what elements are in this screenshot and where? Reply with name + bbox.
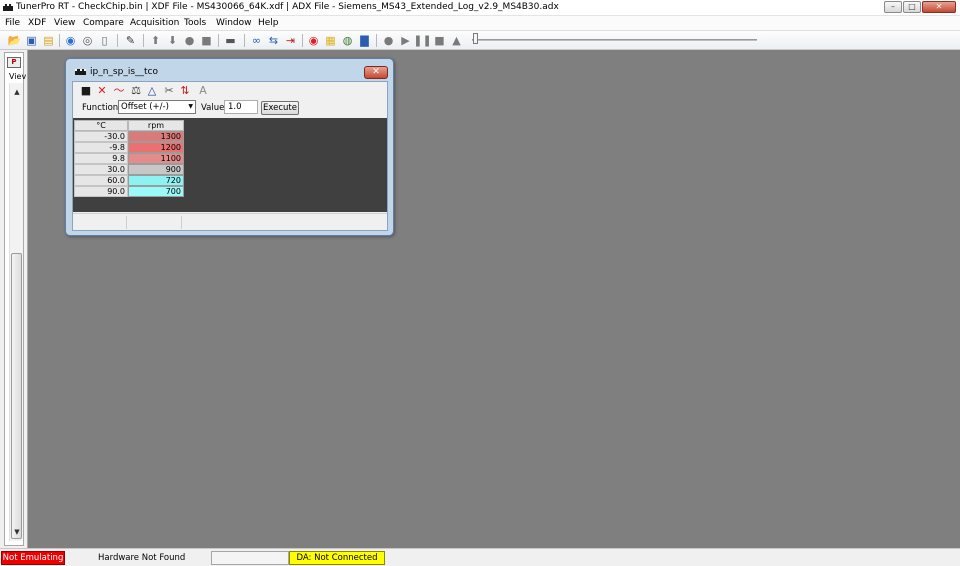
chevron-down-icon: ▼ [188,103,193,110]
pause-icon[interactable]: ❚❚ [413,34,431,47]
hardware-status: Hardware Not Found [98,553,186,563]
scroll-down-icon[interactable]: ▼ [10,525,24,539]
arrow-down-icon[interactable]: ⬇ [166,34,179,47]
open-folder-icon[interactable]: 📂 [8,34,22,47]
table-scale-icon[interactable]: ⚖ [130,85,142,97]
menu-bar: File XDF View Compare Acquisition Tools … [0,16,960,31]
function-label: Function: [82,103,122,113]
table-cell[interactable]: 720 [128,175,184,186]
table-window-title: ip_n_sp_is__tco [90,67,158,77]
picture-icon[interactable]: P [7,57,21,68]
status-bar: Not Emulating Hardware Not Found DA: Not… [0,548,960,566]
table-save-icon[interactable]: ■ [80,85,92,97]
status-empty-pane [211,551,289,565]
chip-write-icon[interactable]: ◎ [81,34,94,47]
value-input[interactable]: 1.0 [224,100,258,114]
table-compare-icon[interactable]: △ [146,85,158,97]
row-header[interactable]: 30.0 [74,164,128,175]
chip-read-icon[interactable]: ◉ [64,34,77,47]
stop-icon[interactable]: ■ [433,34,446,47]
menu-acquisition[interactable]: Acquisition [130,18,179,28]
table-grid-area: °C rpm -30.0 1300 -9.8 1200 9.8 1100 30.… [73,118,387,212]
play-icon[interactable]: ▶ [399,34,412,47]
table-cell[interactable]: 1100 [128,153,184,164]
playback-slider-thumb[interactable] [473,33,478,44]
record-icon[interactable]: ● [183,34,196,47]
swap-icon[interactable]: ⇆ [267,34,280,47]
table-cut-icon[interactable]: ✂ [163,85,175,97]
scroll-thumb[interactable] [11,253,22,539]
table-graph-icon[interactable]: 〜 [113,85,125,97]
table-status-bar [73,213,387,230]
toolbar-separator [218,34,219,47]
function-select-value: Offset (+/-) [121,102,169,112]
table-cell[interactable]: 700 [128,186,184,197]
row-header-title: °C [74,120,128,131]
table-window-titlebar[interactable]: ip_n_sp_is__tco ✕ [66,59,393,81]
arrow-up-icon[interactable]: ⬆ [149,34,162,47]
save-icon[interactable]: ▣ [25,34,38,47]
app-chip-icon [3,4,13,11]
table-arrows-icon[interactable]: ⇅ [179,85,191,97]
close-button[interactable]: ✕ [922,1,956,13]
table-window-client: ■ ✕ 〜 ⚖ △ ✂ ⇅ A Function: Offset (+/-) ▼… [72,81,388,231]
function-select[interactable]: Offset (+/-) ▼ [118,100,196,114]
window-title: TunerPro RT - CheckChip.bin | XDF File -… [16,2,559,12]
scroll-up-icon[interactable]: ▲ [10,85,24,99]
toolbar-separator [117,34,118,47]
target-icon[interactable]: ◉ [307,34,320,47]
menu-tools[interactable]: Tools [184,18,206,28]
menu-compare[interactable]: Compare [83,18,124,28]
table-cell[interactable]: 1200 [128,142,184,153]
menu-view[interactable]: View [54,18,75,28]
import-icon[interactable]: ⇥ [284,34,297,47]
menu-xdf[interactable]: XDF [28,18,46,28]
table-status-cell [73,216,127,229]
link-icon[interactable]: ∞ [250,34,263,47]
notes-icon[interactable]: ▦ [324,34,337,47]
globe-icon[interactable]: ◍ [341,34,354,47]
toolbar-separator [244,34,245,47]
table-delete-icon[interactable]: ✕ [96,85,108,97]
menu-file[interactable]: File [5,18,20,28]
folder-icon[interactable]: ▤ [42,34,55,47]
row-header[interactable]: -9.8 [74,142,128,153]
menu-window[interactable]: Window [216,18,252,28]
eject-icon[interactable]: ▲ [450,34,463,47]
menu-help[interactable]: Help [258,18,279,28]
row-header[interactable]: 9.8 [74,153,128,164]
table-chip-icon [75,69,86,75]
view-panel: P Viev ▲ ▼ [4,52,27,546]
new-document-icon[interactable]: ▯ [98,34,111,47]
record-circle-icon[interactable]: ● [382,34,395,47]
toolbar-separator [143,34,144,47]
da-status: DA: Not Connected [289,551,385,565]
copy-icon[interactable]: ■ [200,34,213,47]
minimize-button[interactable]: – [884,1,902,13]
table-close-button[interactable]: ✕ [364,66,388,79]
table-cell[interactable]: 1300 [128,131,184,142]
table-cell[interactable]: 900 [128,164,184,175]
left-panel: P Viev ▲ ▼ [0,50,28,548]
chip-icon[interactable]: ▬ [224,34,237,47]
execute-button[interactable]: Execute [261,101,299,115]
toolbar-separator [376,34,377,47]
table-status-cell [127,216,182,229]
view-scrollbar[interactable]: ▲ ▼ [9,83,23,541]
table-font-icon[interactable]: A [197,85,209,97]
maximize-button[interactable]: □ [903,1,921,13]
playback-slider-track[interactable] [472,39,757,41]
table-window: ip_n_sp_is__tco ✕ ■ ✕ 〜 ⚖ △ ✂ ⇅ A Functi… [65,58,394,236]
column-header-rpm: rpm [128,120,184,131]
chart-icon[interactable]: ▇ [358,34,371,47]
edit-icon[interactable]: ✎ [124,34,137,47]
row-header[interactable]: 60.0 [74,175,128,186]
emulation-status: Not Emulating [1,551,65,565]
row-header[interactable]: -30.0 [74,131,128,142]
title-bar: TunerPro RT - CheckChip.bin | XDF File -… [0,0,960,16]
view-label: Viev [9,72,27,81]
row-header[interactable]: 90.0 [74,186,128,197]
toolbar-separator [59,34,60,47]
toolbar-separator [302,34,303,47]
